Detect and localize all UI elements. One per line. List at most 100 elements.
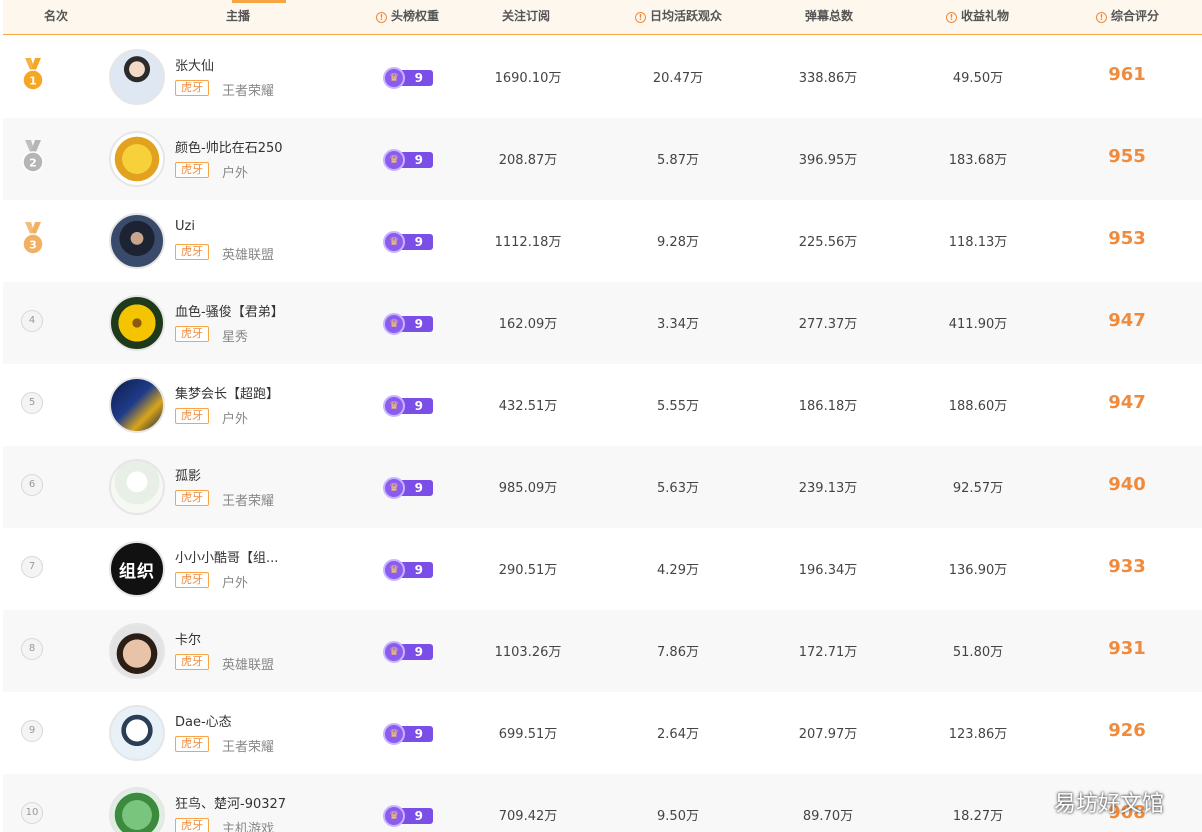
platform-tag: 虎牙 — [175, 736, 209, 752]
category-label[interactable]: 王者荣耀 — [222, 736, 274, 755]
danmaku-value: 89.70万 — [802, 809, 854, 824]
gifts-value: 136.90万 — [948, 563, 1008, 578]
table-header: 名次 主播 ! 头榜权重 关注订阅 ! 日均活跃观众 弹幕总数 ! 收益礼物 ! 综合评… — [3, 0, 1202, 35]
gifts-value: 118.13万 — [948, 235, 1008, 250]
followers-value: 1690.10万 — [494, 71, 562, 86]
danmaku-value: 172.71万 — [798, 645, 858, 660]
weight-badge: 9 ♛ — [383, 395, 433, 417]
table-row[interactable]: 8 卡尔 虎牙 英雄联盟 9 ♛ 1103.26万 7.86万 172.71万 … — [3, 610, 1202, 692]
table-row[interactable]: 2 颜色-帅比在石250 虎牙 户外 9 ♛ 208.87万 5.87万 396… — [3, 118, 1202, 200]
weight-badge: 9 ♛ — [383, 641, 433, 663]
category-label[interactable]: 英雄联盟 — [222, 244, 274, 263]
header-daily-active[interactable]: ! 日均活跃观众 — [635, 7, 722, 24]
crown-icon: ♛ — [383, 231, 405, 253]
crown-icon: ♛ — [383, 395, 405, 417]
table-row[interactable]: 3 Uzi 虎牙 英雄联盟 9 ♛ 1112.18万 9.28万 225.56万… — [3, 200, 1202, 282]
info-icon[interactable]: ! — [946, 12, 957, 23]
category-label[interactable]: 户外 — [222, 572, 248, 591]
category-label[interactable]: 英雄联盟 — [222, 654, 274, 673]
crown-icon: ♛ — [383, 149, 405, 171]
anchor-name[interactable]: 孤影 — [175, 465, 201, 484]
avatar[interactable] — [109, 295, 165, 351]
info-icon[interactable]: ! — [1096, 12, 1107, 23]
anchor-name[interactable]: Dae-心态 — [175, 711, 232, 730]
header-followers[interactable]: 关注订阅 — [502, 7, 550, 24]
header-weight[interactable]: ! 头榜权重 — [376, 7, 439, 24]
avatar[interactable] — [109, 459, 165, 515]
medal-rank-number: 2 — [29, 157, 37, 170]
header-rank: 名次 — [44, 9, 69, 23]
avatar[interactable] — [109, 131, 165, 187]
platform-tag: 虎牙 — [175, 654, 209, 670]
category-label[interactable]: 主机游戏 — [222, 818, 274, 832]
rank-number: 5 — [21, 392, 43, 414]
category-label[interactable]: 户外 — [222, 162, 248, 181]
platform-tag: 虎牙 — [175, 80, 209, 96]
anchor-name[interactable]: 张大仙 — [175, 55, 214, 74]
weight-badge: 9 ♛ — [383, 477, 433, 499]
platform-tag: 虎牙 — [175, 326, 209, 342]
danmaku-value: 207.97万 — [798, 727, 858, 742]
followers-value: 709.42万 — [498, 809, 558, 824]
daily-active-value: 9.50万 — [657, 809, 699, 824]
table-row[interactable]: 1 张大仙 虎牙 王者荣耀 9 ♛ 1690.10万 20.47万 338.86… — [3, 36, 1202, 118]
platform-tag: 虎牙 — [175, 162, 209, 178]
avatar[interactable] — [109, 787, 165, 832]
platform-tag: 虎牙 — [175, 490, 209, 506]
danmaku-value: 186.18万 — [798, 399, 858, 414]
daily-active-value: 4.29万 — [657, 563, 699, 578]
category-label[interactable]: 王者荣耀 — [222, 490, 274, 509]
anchor-name[interactable]: 小小小酷哥【组... — [175, 547, 278, 566]
header-anchor: 主播 — [226, 9, 251, 23]
table-row[interactable]: 4 血色-骚俊【君弟】 虎牙 星秀 9 ♛ 162.09万 3.34万 277.… — [3, 282, 1202, 364]
table-row[interactable]: 9 Dae-心态 虎牙 王者荣耀 9 ♛ 699.51万 2.64万 207.9… — [3, 692, 1202, 774]
daily-active-value: 7.86万 — [657, 645, 699, 660]
score-value: 931 — [1108, 638, 1146, 659]
table-row[interactable]: 5 集梦会长【超跑】 虎牙 户外 9 ♛ 432.51万 5.55万 186.1… — [3, 364, 1202, 446]
info-icon[interactable]: ! — [635, 12, 646, 23]
silver-medal-icon: 2 — [22, 140, 44, 173]
avatar[interactable] — [109, 49, 165, 105]
score-value: 953 — [1108, 228, 1146, 249]
rank-number: 7 — [21, 556, 43, 578]
category-label[interactable]: 星秀 — [222, 326, 248, 345]
anchor-name[interactable]: 颜色-帅比在石250 — [175, 137, 283, 156]
weight-badge: 9 ♛ — [383, 149, 433, 171]
avatar[interactable] — [109, 377, 165, 433]
score-value: 933 — [1108, 556, 1146, 577]
avatar[interactable]: 组织 — [109, 541, 165, 597]
rank-number: 9 — [21, 720, 43, 742]
anchor-name[interactable]: Uzi — [175, 219, 195, 234]
header-danmaku[interactable]: 弹幕总数 — [805, 7, 853, 24]
header-gifts[interactable]: ! 收益礼物 — [946, 7, 1009, 24]
rank-number: 4 — [21, 310, 43, 332]
anchor-name[interactable]: 血色-骚俊【君弟】 — [175, 301, 284, 320]
table-row[interactable]: 7 组织 小小小酷哥【组... 虎牙 户外 9 ♛ 290.51万 4.29万 … — [3, 528, 1202, 610]
table-row[interactable]: 6 孤影 虎牙 王者荣耀 9 ♛ 985.09万 5.63万 239.13万 9… — [3, 446, 1202, 528]
info-icon[interactable]: ! — [376, 12, 387, 23]
danmaku-value: 225.56万 — [798, 235, 858, 250]
rank-number: 6 — [21, 474, 43, 496]
table-row[interactable]: 10 狂鸟、楚河-90327 虎牙 主机游戏 9 ♛ 709.42万 9.50万… — [3, 774, 1202, 832]
avatar[interactable] — [109, 623, 165, 679]
header-active-indicator — [232, 0, 286, 3]
header-score[interactable]: ! 综合评分 — [1096, 7, 1159, 24]
category-label[interactable]: 王者荣耀 — [222, 80, 274, 99]
daily-active-value: 2.64万 — [657, 727, 699, 742]
avatar[interactable] — [109, 705, 165, 761]
anchor-name[interactable]: 集梦会长【超跑】 — [175, 383, 279, 402]
followers-value: 985.09万 — [498, 481, 558, 496]
score-value: 947 — [1108, 392, 1146, 413]
daily-active-value: 9.28万 — [657, 235, 699, 250]
anchor-name[interactable]: 卡尔 — [175, 629, 201, 648]
weight-badge: 9 ♛ — [383, 559, 433, 581]
danmaku-value: 277.37万 — [798, 317, 858, 332]
daily-active-value: 5.55万 — [657, 399, 699, 414]
watermark: 易坊好文馆 — [1054, 792, 1165, 817]
platform-tag: 虎牙 — [175, 818, 209, 832]
medal-rank-number: 3 — [29, 239, 37, 252]
anchor-name[interactable]: 狂鸟、楚河-90327 — [175, 793, 286, 812]
avatar[interactable] — [109, 213, 165, 269]
category-label[interactable]: 户外 — [222, 408, 248, 427]
gifts-value: 123.86万 — [948, 727, 1008, 742]
